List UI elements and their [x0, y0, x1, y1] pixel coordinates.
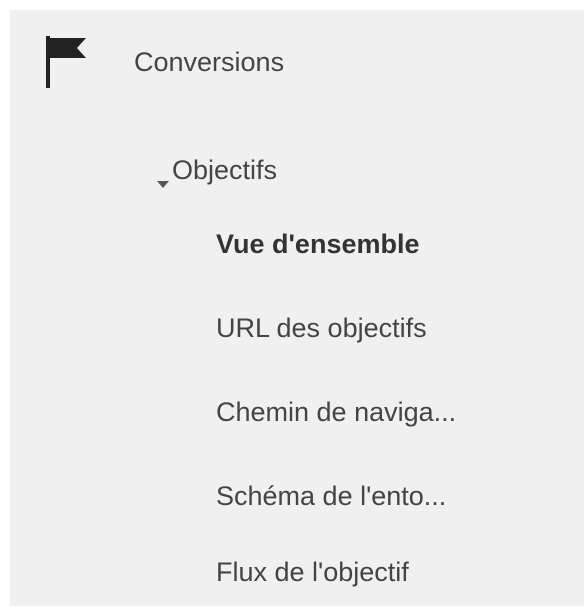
nav-item-url-objectifs[interactable]: URL des objectifs: [216, 306, 427, 350]
flag-icon: [46, 36, 96, 88]
nav-item-vue-ensemble[interactable]: Vue d'ensemble: [216, 222, 420, 266]
nav-item-label: URL des objectifs: [216, 312, 427, 343]
caret-down-icon: [156, 165, 170, 188]
sidebar-nav-panel: Conversions Objectifs Vue d'ensemble URL…: [10, 10, 584, 606]
nav-item-schema-entonnoir[interactable]: Schéma de l'ento...: [216, 474, 446, 518]
nav-item-chemin-navigation[interactable]: Chemin de naviga...: [216, 390, 456, 434]
nav-group-objectifs[interactable]: Objectifs: [156, 148, 277, 192]
nav-item-flux-objectif[interactable]: Flux de l'objectif: [216, 550, 409, 594]
nav-item-label: Schéma de l'ento...: [216, 480, 447, 511]
nav-item-label: Vue d'ensemble: [216, 228, 420, 259]
nav-item-label: Flux de l'objectif: [216, 556, 409, 587]
section-label: Conversions: [134, 46, 285, 77]
nav-item-label: Chemin de naviga...: [216, 396, 457, 427]
nav-section-conversions[interactable]: Conversions: [46, 36, 285, 88]
group-label: Objectifs: [172, 154, 278, 185]
